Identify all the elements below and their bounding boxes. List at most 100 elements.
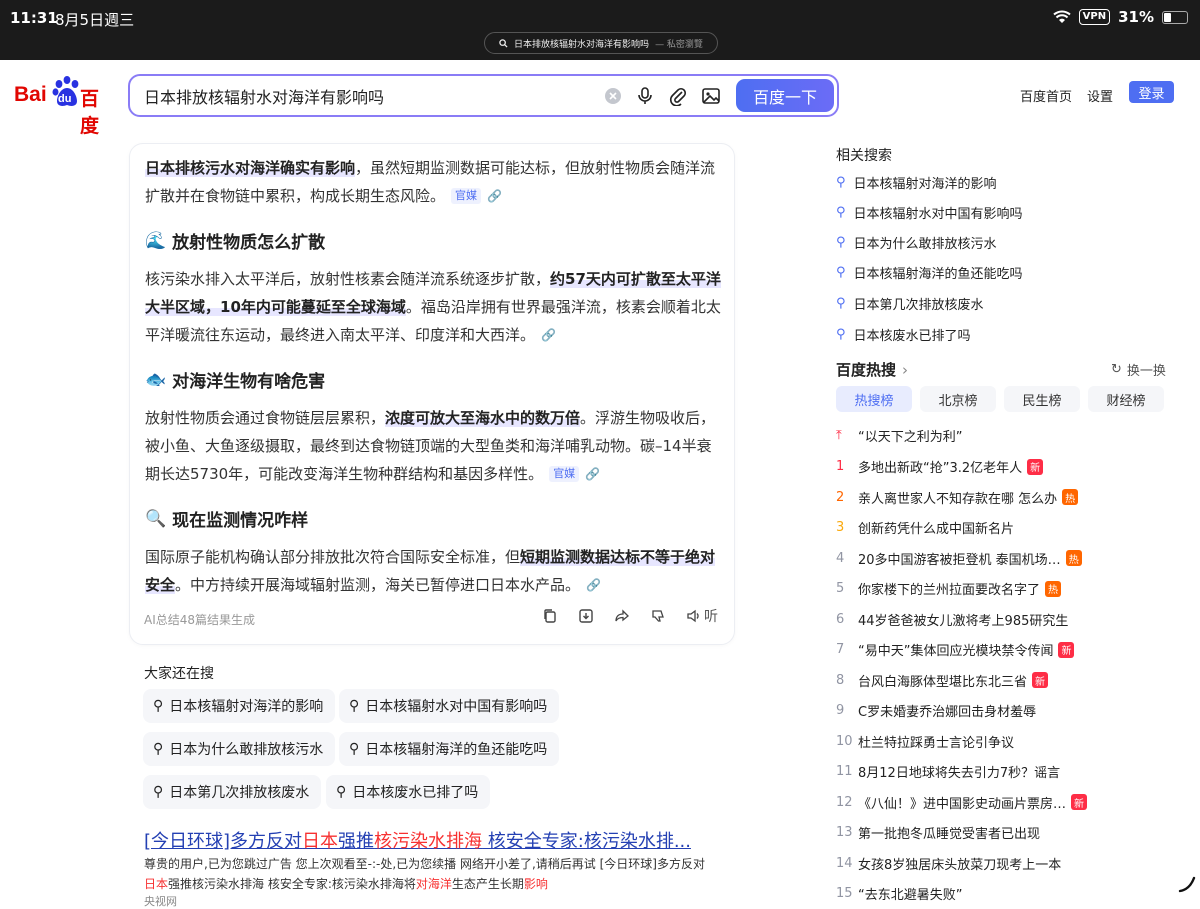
related-searches-title: 相关搜索: [836, 148, 892, 164]
related-item[interactable]: ⚲ 日本第几次排放核废水: [836, 294, 984, 313]
hot-text: 创新药凭什么成中国新名片: [858, 522, 1015, 537]
search-button[interactable]: 百度一下: [736, 79, 834, 112]
url-bar[interactable]: 日本排放核辐射水对海洋有影响吗 — 私密瀏覽: [484, 32, 718, 54]
search-icon: ⚲: [153, 784, 164, 800]
search-icon: ⚲: [836, 175, 846, 190]
url-query: 日本排放核辐射水对海洋有影响吗: [514, 39, 650, 50]
wifi-icon: [1052, 10, 1071, 23]
refresh-button[interactable]: ↻ 换一换: [1111, 360, 1166, 379]
clear-icon[interactable]: [603, 86, 623, 106]
dislike-icon[interactable]: [650, 608, 666, 624]
hot-item[interactable]: 9 C罗未婚妻乔治娜回击身材羞辱: [836, 701, 1176, 720]
tab-beijing[interactable]: 北京榜: [920, 386, 996, 412]
hot-item[interactable]: 4 20多中国游客被拒登机 泰国机场… 热: [836, 549, 1176, 568]
new-badge: 新: [1071, 794, 1088, 810]
ai-intro: 日本排核污水对海洋确实有影响，虽然短期监测数据可能达标，但放射性物质会随洋流扩散…: [145, 154, 725, 210]
related-item[interactable]: ⚲ 日本为什么敢排放核污水: [836, 233, 997, 252]
tab-livelihood[interactable]: 民生榜: [1004, 386, 1080, 412]
hot-text: 女孩8岁独居床头放菜刀现考上一本: [858, 857, 1062, 873]
hot-text: 台风白海豚体型堪比东北三省: [858, 674, 1028, 690]
hot-text: “易中天”集体回应光模块禁令传闻: [858, 644, 1054, 659]
logo-text-paw: du: [58, 93, 72, 105]
link-icon[interactable]: 🔗: [585, 460, 600, 488]
related-item[interactable]: ⚲ 日本核辐射海洋的鱼还能吃吗: [836, 263, 1023, 282]
hot-rank: 10: [836, 733, 853, 749]
new-badge: 新: [1032, 672, 1049, 688]
related-item[interactable]: ⚲ 日本核辐射水对中国有影响吗: [836, 203, 1023, 222]
hot-item[interactable]: 6 44岁爸爸被女儿激将考上985研究生: [836, 610, 1176, 629]
section-heading-harm: 🐟 对海洋生物有啥危害: [145, 369, 326, 393]
new-badge: 新: [1058, 641, 1075, 658]
login-button[interactable]: 登录: [1129, 81, 1174, 103]
hot-item[interactable]: 3 创新药凭什么成中国新名片: [836, 518, 1176, 537]
image-search-icon[interactable]: [701, 86, 721, 106]
hot-badge: 热: [1062, 489, 1079, 505]
suggestion-chip[interactable]: ⚲ 日本第几次排放核废水: [143, 775, 322, 809]
suggestion-chip[interactable]: ⚲ 日本核辐射对海洋的影响: [143, 689, 336, 723]
suggestion-chip[interactable]: ⚲ 日本核辐射水对中国有影响吗: [339, 689, 560, 723]
home-link[interactable]: 百度首页: [1020, 86, 1072, 105]
hot-item[interactable]: 13 第一批抱冬瓜睡觉受害者已出现: [836, 823, 1176, 842]
hot-item[interactable]: 11 8月12日地球将失去引力7秒？谣言: [836, 762, 1176, 781]
hot-item[interactable]: 1 多地出新政“抢”3.2亿老年人新: [836, 457, 1176, 476]
hot-item[interactable]: 7 “易中天”集体回应光模块禁令传闻新: [836, 640, 1176, 659]
official-media-tag[interactable]: 官媒: [549, 466, 580, 482]
logo-text-right: 百度: [80, 88, 100, 137]
link-icon[interactable]: 🔗: [541, 321, 556, 349]
search-box[interactable]: 百度一下: [128, 74, 839, 117]
section-monitoring-text: 国际原子能机构确认部分排放批次符合国际安全标准，但短期监测数据达标不等于绝对安全…: [145, 543, 725, 599]
settings-link[interactable]: 设置: [1087, 86, 1113, 105]
result-source: 央视网: [144, 895, 177, 908]
download-icon[interactable]: [578, 608, 594, 624]
status-date: 8月5日週三: [55, 11, 135, 29]
search-icon: ⚲: [336, 784, 347, 800]
link-icon[interactable]: 🔗: [487, 182, 502, 210]
hot-rank: 8: [836, 672, 845, 688]
suggestion-chip[interactable]: ⚲ 日本核辐射海洋的鱼还能吃吗: [339, 732, 560, 766]
hot-rank: 6: [836, 611, 845, 627]
suggestion-chip[interactable]: ⚲ 日本为什么敢排放核污水: [143, 732, 336, 766]
related-item[interactable]: ⚲ 日本核废水已排了吗: [836, 325, 971, 344]
attachment-icon[interactable]: [668, 86, 688, 106]
section-spread-text: 核污染水排入太平洋后，放射性核素会随洋流系统逐步扩散，约57天内可扩散至太平洋大…: [145, 265, 725, 349]
search-icon: [499, 38, 508, 48]
official-media-tag[interactable]: 官媒: [451, 188, 482, 204]
result-title-link[interactable]: [今日环球]多方反对日本强推核污染水排海 核安全专家:核污染水排...: [144, 827, 691, 853]
search-input[interactable]: [144, 86, 584, 105]
suggestion-chip[interactable]: ⚲ 日本核废水已排了吗: [326, 775, 491, 809]
hot-item[interactable]: 8 台风白海豚体型堪比东北三省新: [836, 671, 1176, 690]
search-icon: ⚲: [349, 698, 360, 714]
related-item[interactable]: ⚲ 日本核辐射对海洋的影响: [836, 173, 997, 192]
tab-hot[interactable]: 热搜榜: [836, 386, 912, 412]
logo-text-left: Bai: [14, 83, 47, 106]
hot-rank: 4: [836, 550, 845, 566]
ai-summary-card: 日本排核污水对海洋确实有影响，虽然短期监测数据可能达标，但放射性物质会随洋流扩散…: [129, 143, 735, 645]
swipe-indicator-icon: [1178, 876, 1196, 893]
hot-item[interactable]: 10 杜兰特拉踩勇士言论引争议: [836, 732, 1176, 751]
baidu-logo[interactable]: Bai du 百度: [14, 76, 114, 137]
search-icon: ⚲: [836, 235, 846, 250]
hot-item[interactable]: 2 亲人离世家人不知存款在哪 怎么办热: [836, 488, 1176, 507]
new-badge: 新: [1027, 458, 1044, 475]
link-icon[interactable]: 🔗: [586, 571, 601, 599]
hot-rank: 12: [836, 794, 853, 810]
hot-rank: 11: [836, 764, 853, 779]
search-icon: ⚲: [836, 205, 846, 220]
tab-finance[interactable]: 财经榜: [1088, 386, 1164, 412]
microphone-icon[interactable]: [635, 86, 655, 106]
hot-item[interactable]: 12 《八仙！》进中国影史动画片票房… 新: [836, 793, 1176, 812]
listen-button[interactable]: 听: [686, 606, 718, 626]
copy-icon[interactable]: [542, 608, 558, 624]
hot-item[interactable]: 5 你家楼下的兰州拉面要改名字了热: [836, 579, 1176, 598]
intro-highlight: 日本排核污水对海洋确实有影响: [145, 159, 356, 177]
hot-search-title[interactable]: 百度热搜 ›: [836, 359, 908, 380]
battery-icon: [1162, 10, 1188, 24]
hot-rank: 5: [836, 581, 845, 596]
share-icon[interactable]: [614, 608, 630, 624]
hot-item[interactable]: 15 “去东北避暑失败”: [836, 884, 1176, 903]
section-harm-text: 放射性物质会通过食物链层层累积，浓度可放大至海水中的数万倍。浮游生物吸收后，被小…: [145, 404, 725, 488]
hot-item-pinned[interactable]: ⤒ “以天下之利为利”: [836, 426, 1176, 445]
search-icon: ⚲: [153, 741, 164, 757]
ai-footer-note: AI总结48篇结果生成: [144, 613, 256, 627]
hot-item[interactable]: 14 女孩8岁独居床头放菜刀现考上一本: [836, 854, 1176, 873]
